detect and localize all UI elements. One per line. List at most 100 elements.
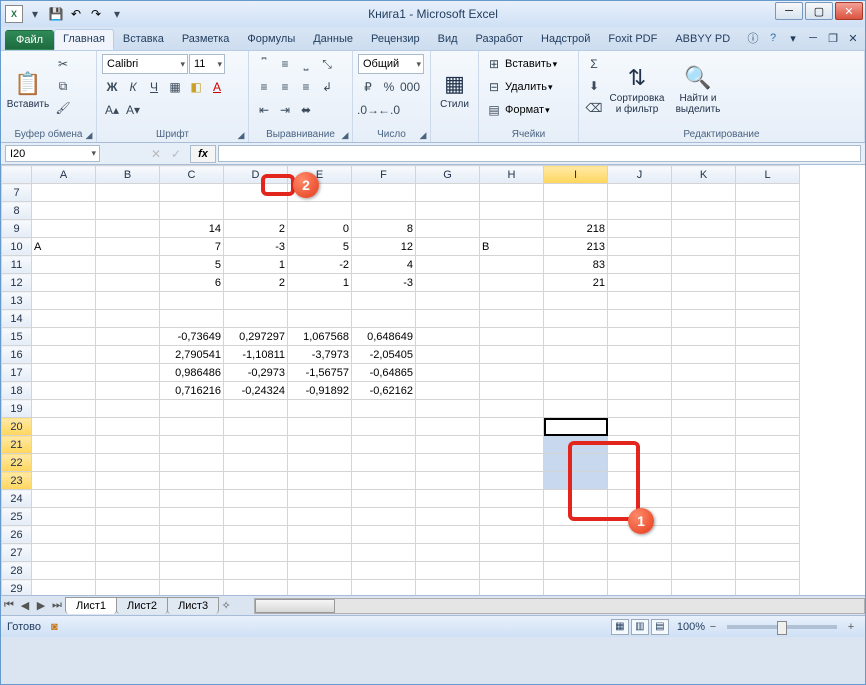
cells-delete-button[interactable]: ⊟Удалить▾ <box>484 77 573 97</box>
cell-B28[interactable] <box>96 562 160 580</box>
col-header-D[interactable]: D <box>224 166 288 184</box>
cell-F9[interactable]: 8 <box>352 220 416 238</box>
ribbon-options-icon[interactable]: ▾ <box>786 32 800 45</box>
cell-F14[interactable] <box>352 310 416 328</box>
row-header-10[interactable]: 10 <box>2 238 32 256</box>
cell-J8[interactable] <box>608 202 672 220</box>
cell-J9[interactable] <box>608 220 672 238</box>
cell-I20[interactable] <box>544 418 608 436</box>
cell-A21[interactable] <box>32 436 96 454</box>
row-header-11[interactable]: 11 <box>2 256 32 274</box>
horizontal-scrollbar[interactable] <box>254 598 865 614</box>
cell-A25[interactable] <box>32 508 96 526</box>
cell-L26[interactable] <box>736 526 800 544</box>
cell-L28[interactable] <box>736 562 800 580</box>
cell-D18[interactable]: -0,24324 <box>224 382 288 400</box>
cell-H16[interactable] <box>480 346 544 364</box>
cell-H8[interactable] <box>480 202 544 220</box>
cell-L7[interactable] <box>736 184 800 202</box>
cell-C20[interactable] <box>160 418 224 436</box>
cell-C19[interactable] <box>160 400 224 418</box>
name-box[interactable]: I20 <box>5 145 100 162</box>
decrease-indent-icon[interactable]: ⇤ <box>254 100 274 120</box>
cell-E28[interactable] <box>288 562 352 580</box>
cell-B12[interactable] <box>96 274 160 292</box>
cell-A24[interactable] <box>32 490 96 508</box>
cell-H21[interactable] <box>480 436 544 454</box>
cell-D20[interactable] <box>224 418 288 436</box>
insert-function-button[interactable]: fx <box>190 145 216 163</box>
tab-data[interactable]: Данные <box>304 29 362 50</box>
cell-B27[interactable] <box>96 544 160 562</box>
row-header-25[interactable]: 25 <box>2 508 32 526</box>
cell-A14[interactable] <box>32 310 96 328</box>
cell-G9[interactable] <box>416 220 480 238</box>
cell-F19[interactable] <box>352 400 416 418</box>
border-button[interactable]: ▦ <box>165 77 185 97</box>
currency-icon[interactable]: ₽ <box>358 77 378 97</box>
cell-I11[interactable]: 83 <box>544 256 608 274</box>
font-size-combo[interactable]: 11 <box>189 54 225 74</box>
cell-K22[interactable] <box>672 454 736 472</box>
row-header-14[interactable]: 14 <box>2 310 32 328</box>
cell-E12[interactable]: 1 <box>288 274 352 292</box>
cell-A10[interactable]: А <box>32 238 96 256</box>
cell-G20[interactable] <box>416 418 480 436</box>
cell-D23[interactable] <box>224 472 288 490</box>
cell-H28[interactable] <box>480 562 544 580</box>
cell-J7[interactable] <box>608 184 672 202</box>
cell-C14[interactable] <box>160 310 224 328</box>
merge-icon[interactable]: ⬌ <box>296 100 316 120</box>
cell-B10[interactable] <box>96 238 160 256</box>
cell-F15[interactable]: 0,648649 <box>352 328 416 346</box>
redo-icon[interactable]: ↷ <box>87 5 105 23</box>
cell-J10[interactable] <box>608 238 672 256</box>
cell-H13[interactable] <box>480 292 544 310</box>
cell-B22[interactable] <box>96 454 160 472</box>
sheet-nav-last-icon[interactable]: ⏭ <box>49 599 65 612</box>
cell-K18[interactable] <box>672 382 736 400</box>
col-header-G[interactable]: G <box>416 166 480 184</box>
cell-G27[interactable] <box>416 544 480 562</box>
row-header-8[interactable]: 8 <box>2 202 32 220</box>
cell-K25[interactable] <box>672 508 736 526</box>
cell-F28[interactable] <box>352 562 416 580</box>
cell-D26[interactable] <box>224 526 288 544</box>
cell-F17[interactable]: -0,64865 <box>352 364 416 382</box>
cell-L24[interactable] <box>736 490 800 508</box>
comma-icon[interactable]: 000 <box>400 77 420 97</box>
font-name-combo[interactable]: Calibri <box>102 54 188 74</box>
cell-G26[interactable] <box>416 526 480 544</box>
sheet-nav-next-icon[interactable]: ▶ <box>33 599 49 612</box>
shrink-font-icon[interactable]: A▾ <box>123 100 143 120</box>
cell-K11[interactable] <box>672 256 736 274</box>
cell-E21[interactable] <box>288 436 352 454</box>
col-header-H[interactable]: H <box>480 166 544 184</box>
cell-H18[interactable] <box>480 382 544 400</box>
cell-A13[interactable] <box>32 292 96 310</box>
cell-F10[interactable]: 12 <box>352 238 416 256</box>
cell-C25[interactable] <box>160 508 224 526</box>
cell-J21[interactable] <box>608 436 672 454</box>
cell-I18[interactable] <box>544 382 608 400</box>
bold-button[interactable]: Ж <box>102 77 122 97</box>
cell-L9[interactable] <box>736 220 800 238</box>
cell-G10[interactable] <box>416 238 480 256</box>
cut-icon[interactable]: ✂ <box>53 54 73 74</box>
cell-L19[interactable] <box>736 400 800 418</box>
cell-H12[interactable] <box>480 274 544 292</box>
cell-L18[interactable] <box>736 382 800 400</box>
increase-indent-icon[interactable]: ⇥ <box>275 100 295 120</box>
cell-J20[interactable] <box>608 418 672 436</box>
cell-L20[interactable] <box>736 418 800 436</box>
cell-D14[interactable] <box>224 310 288 328</box>
decrease-decimal-icon[interactable]: ←.0 <box>379 100 399 120</box>
row-header-26[interactable]: 26 <box>2 526 32 544</box>
new-sheet-icon[interactable]: ✧ <box>218 599 234 612</box>
cell-K15[interactable] <box>672 328 736 346</box>
cell-A16[interactable] <box>32 346 96 364</box>
cell-H14[interactable] <box>480 310 544 328</box>
cell-E22[interactable] <box>288 454 352 472</box>
cell-C21[interactable] <box>160 436 224 454</box>
cell-J14[interactable] <box>608 310 672 328</box>
